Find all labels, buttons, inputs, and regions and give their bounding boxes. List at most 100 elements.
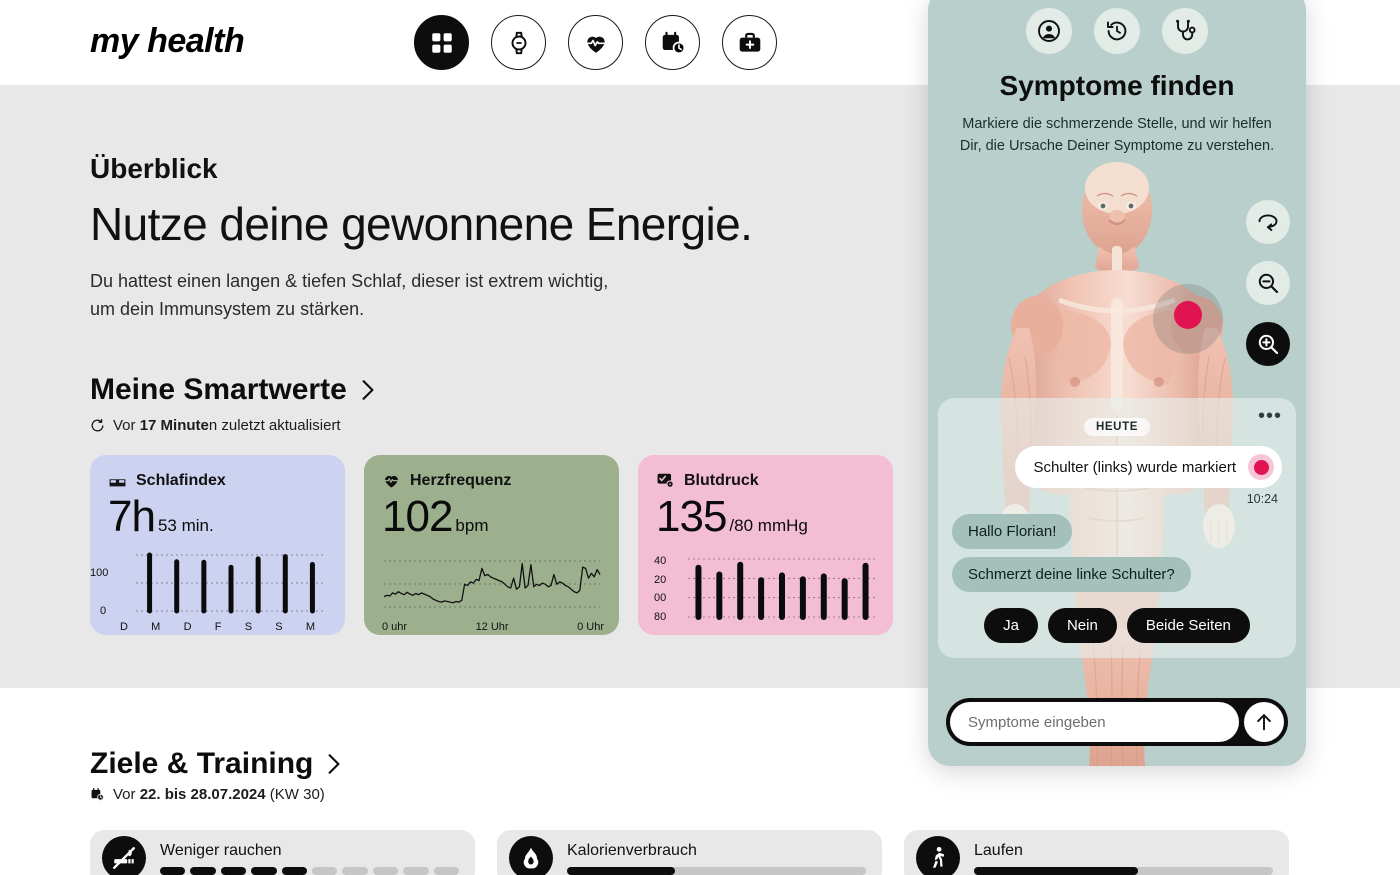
zoom-in-icon xyxy=(1258,334,1279,355)
card-blutdruck-header: Blutdruck xyxy=(656,471,875,490)
zoom-in-button[interactable] xyxy=(1246,322,1290,366)
overview-subtext-line1: Du hattest einen langen & tiefen Schlaf,… xyxy=(90,271,609,291)
goal-progress-segment xyxy=(372,866,399,875)
chart-ytick: 20 xyxy=(654,573,667,586)
goal-progress-segment xyxy=(190,866,216,875)
chat-answer-nein[interactable]: Nein xyxy=(1047,608,1117,643)
overview-eyebrow: Überblick xyxy=(90,153,218,184)
card-schlafindex[interactable]: Schlafindex 7h 53 min. 100 0 D M D F S S M xyxy=(90,455,345,635)
nav-item-dashboard[interactable] xyxy=(414,15,469,70)
phone-title: Symptome finden xyxy=(999,70,1235,101)
blood-pressure-icon xyxy=(657,473,674,488)
smartwerte-cards: Schlafindex 7h 53 min. 100 0 DMDFSSM Her… xyxy=(90,455,893,635)
chart-schlafindex-ytick-top: 100 xyxy=(90,567,109,579)
goal-progress-segmented xyxy=(160,866,460,875)
zoom-out-icon xyxy=(1258,273,1279,294)
goal-body: Kalorienverbrauch xyxy=(567,842,882,875)
chart-xtick: M xyxy=(151,621,161,633)
card-blutdruck[interactable]: Blutdruck 135 /80 mmHg 40 20 00 80 xyxy=(638,455,893,635)
smartwerte-meta: Vor 17 Minuten zuletzt aktualisiert xyxy=(90,417,341,434)
goal-progress-segment xyxy=(342,866,368,875)
ziele-meta-text: Vor 22. bis 28.07.2024 (KW 30) xyxy=(113,786,325,803)
arrow-up-icon xyxy=(1257,714,1271,731)
phone-subtitle: Markiere die schmerzende Stelle, und wir… xyxy=(928,113,1306,157)
ziele-title: Ziele & Training xyxy=(90,747,314,780)
calendar-clock-icon xyxy=(662,31,685,54)
card-herzfrequenz[interactable]: Herzfrequenz 102 bpm 0 uhr 12 Uhr 0 Uhr xyxy=(364,455,619,635)
phone-icon-history[interactable] xyxy=(1094,8,1140,54)
overview-subtext-line2: um dein Immunsystem zu stärken. xyxy=(90,299,365,319)
goal-progress-segment xyxy=(403,866,429,875)
chart-schlafindex-ytick-bottom: 0 xyxy=(100,605,107,617)
symptom-composer xyxy=(946,698,1288,746)
goal-card[interactable]: Kalorienverbrauch xyxy=(497,830,882,875)
card-schlafindex-value: 7h 53 min. xyxy=(108,492,327,542)
phone-icon-account[interactable] xyxy=(1026,8,1072,54)
chart-xtick: S xyxy=(275,621,283,633)
goal-progress-segment xyxy=(433,866,460,875)
goal-card[interactable]: Laufen xyxy=(904,830,1289,875)
chat-day-label: HEUTE xyxy=(1084,418,1150,436)
phone-icon-stethoscope[interactable] xyxy=(1162,8,1208,54)
chat-timestamp: 10:24 xyxy=(1246,492,1278,506)
overview-subtext: Du hattest einen langen & tiefen Schlaf,… xyxy=(90,267,608,323)
goal-card[interactable]: Weniger rauchen xyxy=(90,830,475,875)
card-blutdruck-title: Blutdruck xyxy=(684,471,759,489)
stethoscope-icon xyxy=(1176,19,1196,41)
brand-logo: my health xyxy=(90,22,245,60)
smartwerte-title: Meine Smartwerte xyxy=(90,373,347,406)
nav-item-medkit[interactable] xyxy=(722,15,777,70)
goal-progress-segment xyxy=(220,866,247,875)
smartwerte-heading[interactable]: Meine Smartwerte xyxy=(90,373,375,407)
chart-herzfrequenz-xticks: 0 uhr 12 Uhr 0 Uhr xyxy=(382,621,604,633)
chevron-right-icon[interactable] xyxy=(361,379,375,401)
chart-xtick: F xyxy=(214,621,222,633)
symptom-input[interactable] xyxy=(950,702,1239,742)
chat-more-icon[interactable]: ••• xyxy=(1258,406,1282,426)
chat-marked-message-row: Schulter (links) wurde markiert xyxy=(952,446,1282,488)
card-herzfrequenz-value: 102 bpm xyxy=(382,492,601,542)
goal-body: Laufen xyxy=(974,842,1289,875)
card-schlafindex-header: Schlafindex xyxy=(108,471,327,490)
heart-pulse-icon xyxy=(385,475,398,488)
card-blutdruck-unit: /80 mmHg xyxy=(729,516,808,535)
chart-blutdruck-yticks: 40 20 00 80 xyxy=(654,555,666,623)
goal-body: Weniger rauchen xyxy=(160,842,475,875)
zoom-out-button[interactable] xyxy=(1246,261,1290,305)
nav-item-heart[interactable] xyxy=(568,15,623,70)
refresh-icon xyxy=(91,419,104,432)
card-herzfrequenz-title: Herzfrequenz xyxy=(410,471,512,489)
chart-blutdruck xyxy=(686,555,878,623)
chart-xtick: D xyxy=(120,621,128,633)
pain-marker-dot[interactable] xyxy=(1174,301,1202,329)
goal-progress-segment xyxy=(251,866,277,875)
chat-panel: ••• HEUTE Schulter (links) wurde markier… xyxy=(938,398,1296,658)
nav-item-calendar[interactable] xyxy=(645,15,700,70)
goal-label: Laufen xyxy=(974,841,1023,859)
rotate-button[interactable] xyxy=(1246,200,1290,244)
chevron-right-icon[interactable] xyxy=(327,753,341,775)
smartwerte-meta-text: Vor 17 Minuten zuletzt aktualisiert xyxy=(113,417,341,434)
main-navigation xyxy=(414,15,777,70)
ziele-heading[interactable]: Ziele & Training xyxy=(90,747,341,781)
account-circle-icon xyxy=(1038,20,1060,42)
body-tool-buttons xyxy=(1246,200,1290,383)
nav-item-smartwatch[interactable] xyxy=(491,15,546,70)
ziele-meta: Vor 22. bis 28.07.2024 (KW 30) xyxy=(90,786,325,803)
send-button[interactable] xyxy=(1244,702,1284,742)
flame-icon xyxy=(509,836,553,875)
chat-bot-message-1: Hallo Florian! xyxy=(952,514,1073,549)
smartwatch-icon xyxy=(511,31,526,54)
card-schlafindex-title: Schlafindex xyxy=(136,471,226,489)
chart-xtick: D xyxy=(183,621,192,633)
rotate-3d-icon xyxy=(1258,214,1278,231)
chart-xtick: 12 Uhr xyxy=(475,621,509,633)
chart-xtick: 0 uhr xyxy=(382,621,408,633)
goal-progress-bar xyxy=(974,866,1273,875)
phone-subtitle-line1: Markiere die schmerzende Stelle, und wir… xyxy=(962,116,1272,132)
chart-xtick: 0 Uhr xyxy=(577,621,604,633)
bed-icon xyxy=(109,479,126,487)
goal-label: Kalorienverbrauch xyxy=(567,841,697,859)
chat-answer-ja[interactable]: Ja xyxy=(984,608,1038,643)
chat-answer-beide-seiten[interactable]: Beide Seiten xyxy=(1126,608,1250,643)
